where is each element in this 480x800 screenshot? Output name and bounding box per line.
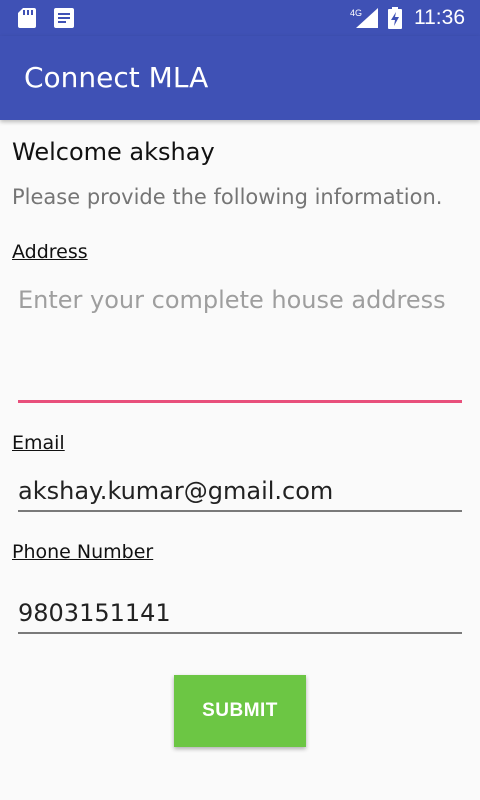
sd-card-icon	[18, 8, 36, 28]
status-time: 11:36	[414, 6, 465, 29]
phone-label: Phone Number	[12, 541, 154, 563]
status-bar: 4G 11:36	[0, 0, 480, 36]
email-field[interactable]	[18, 472, 462, 512]
instruction-text: Please provide the following information…	[12, 185, 443, 209]
notification-note-icon	[54, 8, 74, 28]
network-type-label: 4G	[350, 8, 362, 18]
phone-field[interactable]	[18, 594, 462, 634]
app-title: Connect MLA	[24, 61, 209, 94]
welcome-text: Welcome akshay	[12, 138, 215, 166]
email-label: Email	[12, 432, 65, 454]
battery-charging-icon	[388, 7, 402, 29]
app-bar: Connect MLA	[0, 36, 480, 120]
submit-button[interactable]: SUBMIT	[174, 675, 306, 747]
address-label: Address	[12, 241, 88, 263]
signal-icon: 4G	[350, 8, 378, 28]
address-field[interactable]	[18, 282, 462, 403]
